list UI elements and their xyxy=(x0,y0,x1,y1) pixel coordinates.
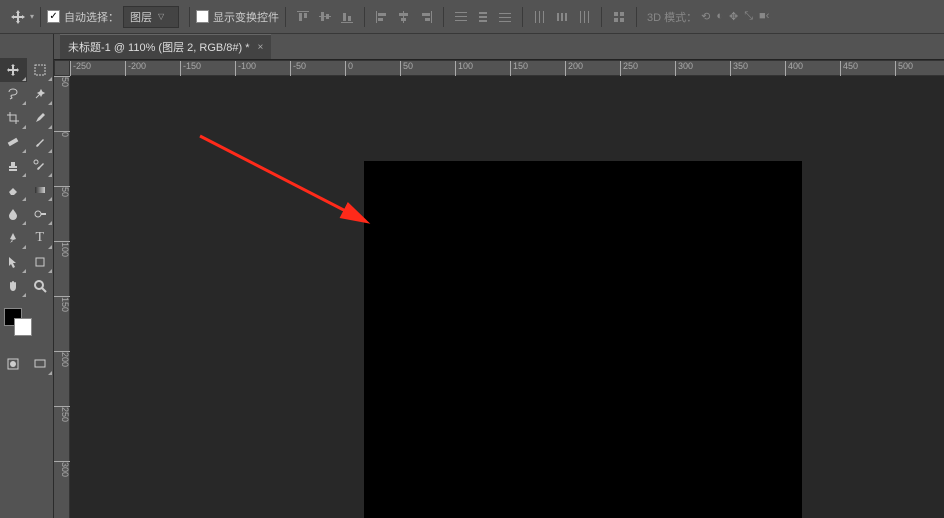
ruler-tick: 50 xyxy=(54,76,70,87)
pan-icon[interactable]: ✥ xyxy=(729,10,738,23)
eraser-tool[interactable] xyxy=(0,178,27,202)
blur-tool[interactable] xyxy=(0,202,27,226)
ruler-tick: 50 xyxy=(54,186,70,197)
quickmask-toggle[interactable] xyxy=(0,352,27,376)
tab-title: 未标题-1 @ 110% (图层 2, RGB/8#) * xyxy=(68,39,250,55)
toolbox: mmmm T xyxy=(0,34,54,518)
ruler-tick: 200 xyxy=(565,61,583,77)
ruler-tick: 100 xyxy=(455,61,473,77)
ruler-tick: -50 xyxy=(290,61,306,77)
align-bottom-icon[interactable] xyxy=(336,6,358,28)
hand-tool[interactable] xyxy=(0,274,27,298)
slide-icon[interactable]: ⤡ xyxy=(744,10,753,23)
ruler-tick: 200 xyxy=(54,351,70,367)
roll-icon[interactable]: ◐ xyxy=(716,10,723,23)
checkbox-icon xyxy=(47,10,60,23)
ruler-tick: 150 xyxy=(54,296,70,312)
chevron-down-icon: ▽ xyxy=(158,12,164,21)
separator xyxy=(443,7,444,27)
distribute-bottom-icon[interactable] xyxy=(494,6,516,28)
layer-dropdown[interactable]: 图层 ▽ xyxy=(123,6,179,28)
separator xyxy=(40,7,41,27)
brush-tool[interactable] xyxy=(27,130,54,154)
ruler-tick: 50 xyxy=(400,61,413,77)
mode-3d-icons: ⟲ ◐ ✥ ⤡ ■‹ xyxy=(701,10,769,23)
ruler-tick: 300 xyxy=(54,461,70,477)
options-bar: ▾ 自动选择： 图层 ▽ 显示变换控件 3D 模式： ⟲ ◐ ✥ ⤡ ■‹ xyxy=(0,0,944,34)
ruler-tick: 0 xyxy=(54,131,70,137)
mode-3d-label: 3D 模式： xyxy=(647,9,697,25)
auto-select-label: 自动选择： xyxy=(64,9,119,25)
checkbox-icon xyxy=(196,10,209,23)
crop-tool[interactable] xyxy=(0,106,27,130)
separator xyxy=(189,7,190,27)
annotation-arrow xyxy=(190,126,390,246)
document-canvas[interactable] xyxy=(364,161,802,518)
eyedropper-tool[interactable] xyxy=(27,106,54,130)
tab-bar: 未标题-1 @ 110% (图层 2, RGB/8#) * × xyxy=(0,34,944,60)
ruler-tick: 450 xyxy=(840,61,858,77)
ruler-tick: -200 xyxy=(125,61,146,77)
history-brush-tool[interactable] xyxy=(27,154,54,178)
separator xyxy=(636,7,637,27)
orbit-icon[interactable]: ⟲ xyxy=(701,10,710,23)
wand-tool[interactable] xyxy=(27,82,54,106)
separator xyxy=(364,7,365,27)
scale-icon[interactable]: ■‹ xyxy=(759,10,769,23)
show-transform-label: 显示变换控件 xyxy=(213,9,279,25)
screenmode-toggle[interactable] xyxy=(27,352,54,376)
separator xyxy=(285,7,286,27)
marquee-tool[interactable] xyxy=(27,58,54,82)
separator xyxy=(522,7,523,27)
ruler-tick: -100 xyxy=(235,61,256,77)
ruler-tick: 0 xyxy=(345,61,353,77)
pen-tool[interactable] xyxy=(0,226,27,250)
ruler-tick: 400 xyxy=(785,61,803,77)
ruler-tick: -150 xyxy=(180,61,201,77)
move-tool[interactable] xyxy=(0,58,27,82)
document-tab[interactable]: 未标题-1 @ 110% (图层 2, RGB/8#) * × xyxy=(60,34,271,59)
align-right-icon[interactable] xyxy=(415,6,437,28)
auto-align-icon[interactable] xyxy=(608,6,630,28)
align-hcenter-icon[interactable] xyxy=(393,6,415,28)
dodge-tool[interactable] xyxy=(27,202,54,226)
ruler-tick: 100 xyxy=(54,241,70,257)
type-tool[interactable]: T xyxy=(27,226,54,250)
zoom-tool[interactable] xyxy=(27,274,54,298)
distribute-hcenter-icon[interactable] xyxy=(551,6,573,28)
lasso-tool[interactable] xyxy=(0,82,27,106)
stamp-tool[interactable] xyxy=(0,154,27,178)
move-tool-icon[interactable] xyxy=(6,5,30,29)
ruler-tick: 150 xyxy=(510,61,528,77)
align-top-icon[interactable] xyxy=(292,6,314,28)
ruler-horizontal[interactable]: -250 -200 -150 -100 -50 0 50 100 150 200 250 300 350… xyxy=(70,60,944,76)
distribute-top-icon[interactable] xyxy=(450,6,472,28)
color-swatches[interactable] xyxy=(0,308,53,348)
distribute-vcenter-icon[interactable] xyxy=(472,6,494,28)
ruler-corner xyxy=(54,60,70,76)
background-color[interactable] xyxy=(14,318,32,336)
show-transform-checkbox[interactable]: 显示变换控件 xyxy=(196,9,279,25)
heal-tool[interactable] xyxy=(0,130,27,154)
ruler-tick: 250 xyxy=(54,406,70,422)
shape-tool[interactable] xyxy=(27,250,54,274)
gradient-tool[interactable] xyxy=(27,178,54,202)
align-left-icon[interactable] xyxy=(371,6,393,28)
path-select-tool[interactable] xyxy=(0,250,27,274)
layer-dropdown-label: 图层 xyxy=(130,9,152,25)
auto-select-checkbox[interactable]: 自动选择： xyxy=(47,9,119,25)
ruler-tick: 350 xyxy=(730,61,748,77)
ruler-tick: -250 xyxy=(70,61,91,77)
distribute-right-icon[interactable] xyxy=(573,6,595,28)
align-vcenter-icon[interactable] xyxy=(314,6,336,28)
close-icon[interactable]: × xyxy=(258,42,264,53)
ruler-vertical[interactable]: 50 0 50 100 150 200 250 300 xyxy=(54,76,70,518)
ruler-tick: 250 xyxy=(620,61,638,77)
ruler-tick: 300 xyxy=(675,61,693,77)
distribute-left-icon[interactable] xyxy=(529,6,551,28)
separator xyxy=(601,7,602,27)
ruler-tick: 500 xyxy=(895,61,913,77)
canvas-area[interactable] xyxy=(70,76,944,518)
